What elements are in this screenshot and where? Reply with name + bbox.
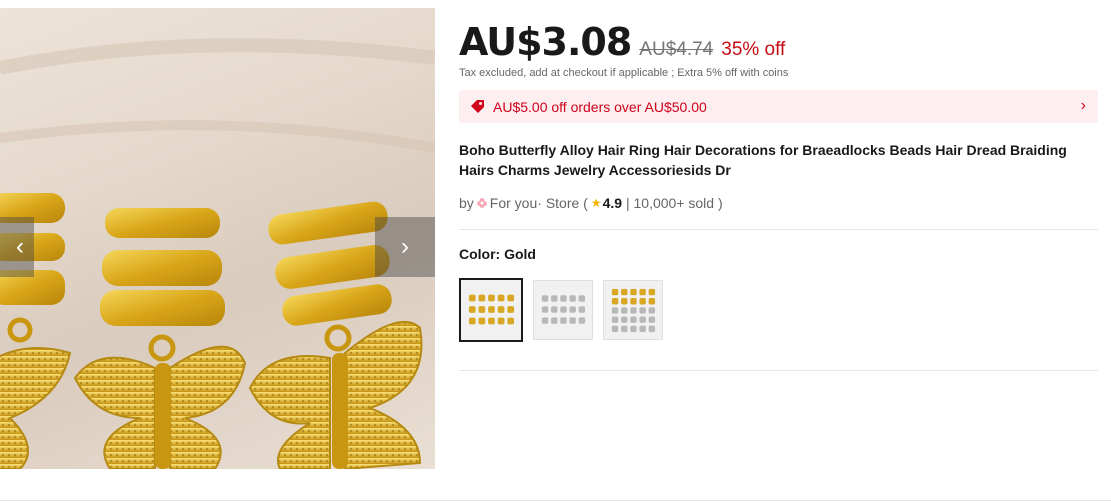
divider bbox=[459, 370, 1098, 371]
original-price: AU$4.74 bbox=[639, 39, 714, 60]
coupon-banner[interactable]: AU$5.00 off orders over AU$50.00 › bbox=[459, 90, 1098, 123]
silver-swatch-image bbox=[541, 295, 586, 324]
store-link[interactable]: For you bbox=[490, 195, 537, 211]
gallery-next-button[interactable]: › bbox=[375, 217, 435, 277]
divider bbox=[459, 229, 1098, 230]
color-option-mixed[interactable] bbox=[603, 280, 663, 340]
gallery-prev-button[interactable]: ‹ bbox=[0, 217, 34, 277]
color-swatches bbox=[459, 278, 663, 342]
sold-count: | 10,000+ sold ) bbox=[622, 195, 723, 211]
store-flower-icon bbox=[476, 198, 487, 208]
chevron-right-icon: › bbox=[1080, 97, 1086, 114]
star-icon: ★ bbox=[590, 196, 602, 210]
discount-badge: 35% off bbox=[721, 39, 786, 60]
store-rating: 4.9 bbox=[602, 195, 623, 211]
store-suffix: · Store ( bbox=[537, 195, 588, 211]
color-option-silver[interactable] bbox=[533, 280, 593, 340]
chevron-left-icon: ‹ bbox=[16, 233, 24, 260]
mixed-swatch-image bbox=[611, 288, 656, 333]
section-divider bbox=[0, 500, 1111, 501]
product-title: Boho Butterfly Alloy Hair Ring Hair Deco… bbox=[459, 142, 1067, 178]
gold-swatch-image bbox=[468, 294, 515, 325]
chevron-right-icon: › bbox=[401, 233, 409, 260]
store-info: by For you · Store ( ★ 4.9 | 10,000+ sol… bbox=[459, 195, 723, 211]
store-by-label: by bbox=[459, 195, 474, 211]
coupon-text: AU$5.00 off orders over AU$50.00 bbox=[493, 98, 707, 115]
product-main-image bbox=[0, 38, 435, 469]
tax-note: Tax excluded, add at checkout if applica… bbox=[459, 67, 789, 79]
price-row: AU$3.08 AU$4.74 35% off bbox=[459, 20, 785, 64]
current-price: AU$3.08 bbox=[459, 20, 632, 64]
product-image-gallery[interactable]: ‹ › bbox=[0, 8, 435, 469]
coupon-tag-icon bbox=[471, 99, 484, 113]
color-label: Color: Gold bbox=[459, 246, 536, 262]
color-option-gold[interactable] bbox=[459, 278, 523, 342]
